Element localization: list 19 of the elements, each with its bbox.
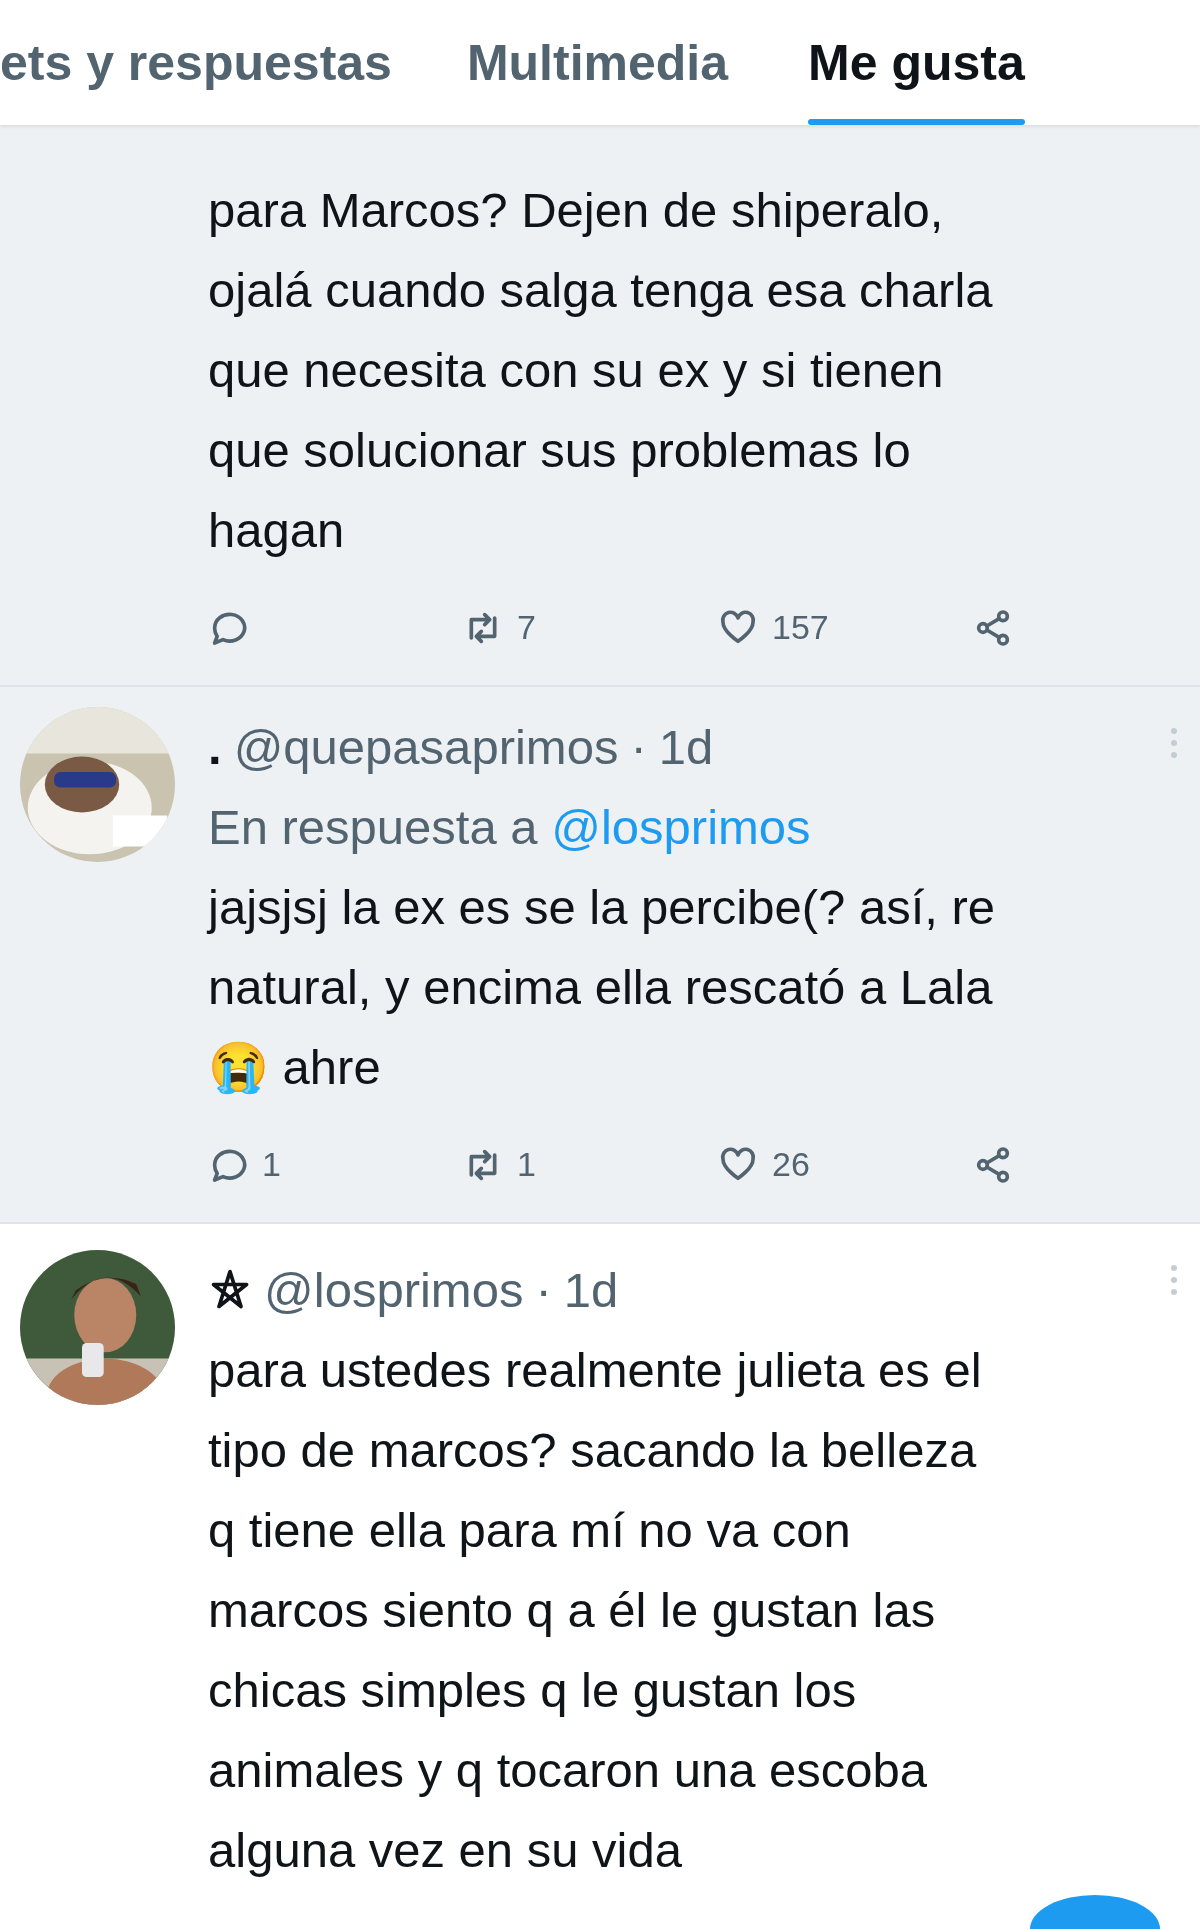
tab[interactable]: ets y respuestas bbox=[0, 0, 392, 125]
user-handle: @losprimos bbox=[264, 1262, 524, 1319]
tab[interactable]: Multimedia bbox=[466, 0, 729, 125]
tweet-time: 1d bbox=[563, 1262, 619, 1319]
tweet-time: 1d bbox=[658, 719, 714, 776]
user-handle: @quepasaprimos bbox=[233, 719, 619, 776]
reply-count: 1 bbox=[262, 1144, 281, 1185]
tweet-text: para ustedes realmente julieta es el tipo de marcos? sacando la belleza q tiene ella para mí no va con marcos siento q a él le gustan las chicas simples q le gustan los animales y q tocaron una escoba alguna vez en su vida bbox=[208, 1342, 983, 1879]
tweet-text: jajsjsj la ex es se la percibe(? así, re natural, y encima ella rescató a Lala 😭 ahre bbox=[208, 879, 997, 1096]
separator-dot: · bbox=[630, 719, 647, 776]
retweet-count: 7 bbox=[517, 607, 536, 648]
retweet-count: 1 bbox=[517, 1144, 536, 1185]
tab[interactable]: Me gusta bbox=[808, 0, 1025, 125]
display-name: . bbox=[208, 719, 222, 776]
tweet-text: para Marcos? Dejen de shiperalo, ojalá cuando salga tenga esa charla que necesita con su ex y si tienen que solucionar sus problemas lo hagan bbox=[208, 182, 994, 559]
like-count: 157 bbox=[772, 607, 829, 648]
reply-context: En respuesta a @losprimos bbox=[208, 799, 812, 856]
separator-dot: · bbox=[535, 1262, 552, 1319]
like-count: 26 bbox=[772, 1144, 810, 1185]
